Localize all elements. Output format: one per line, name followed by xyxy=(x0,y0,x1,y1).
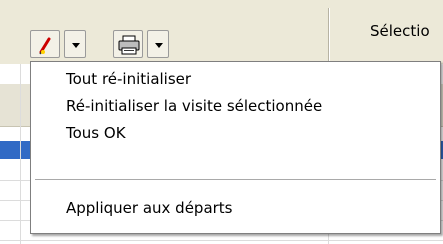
context-menu: Tout ré-initialiser Ré-initialiser la vi… xyxy=(30,61,441,234)
toolbar: Sélectio xyxy=(0,0,443,64)
chevron-down-icon xyxy=(72,43,80,48)
chevron-down-icon xyxy=(155,43,163,48)
printer-icon xyxy=(118,35,140,55)
selection-header-label: Sélectio xyxy=(370,22,430,40)
toolbar-separator xyxy=(328,8,329,62)
menu-item-reset-selected-visit[interactable]: Ré-initialiser la visite sélectionnée xyxy=(66,94,322,118)
menu-divider xyxy=(35,179,436,180)
print-dropdown-button[interactable] xyxy=(147,30,169,58)
red-pen-icon xyxy=(39,37,51,55)
print-button[interactable] xyxy=(113,30,143,58)
menu-item-all-ok[interactable]: Tous OK xyxy=(66,121,126,145)
grid-line xyxy=(0,240,443,241)
reset-button[interactable] xyxy=(30,30,60,58)
grid-column-line xyxy=(20,64,21,244)
reset-dropdown-button[interactable] xyxy=(64,30,86,58)
menu-item-apply-to-departures[interactable]: Appliquer aux départs xyxy=(66,196,233,220)
menu-item-reset-all[interactable]: Tout ré-initialiser xyxy=(66,67,191,91)
